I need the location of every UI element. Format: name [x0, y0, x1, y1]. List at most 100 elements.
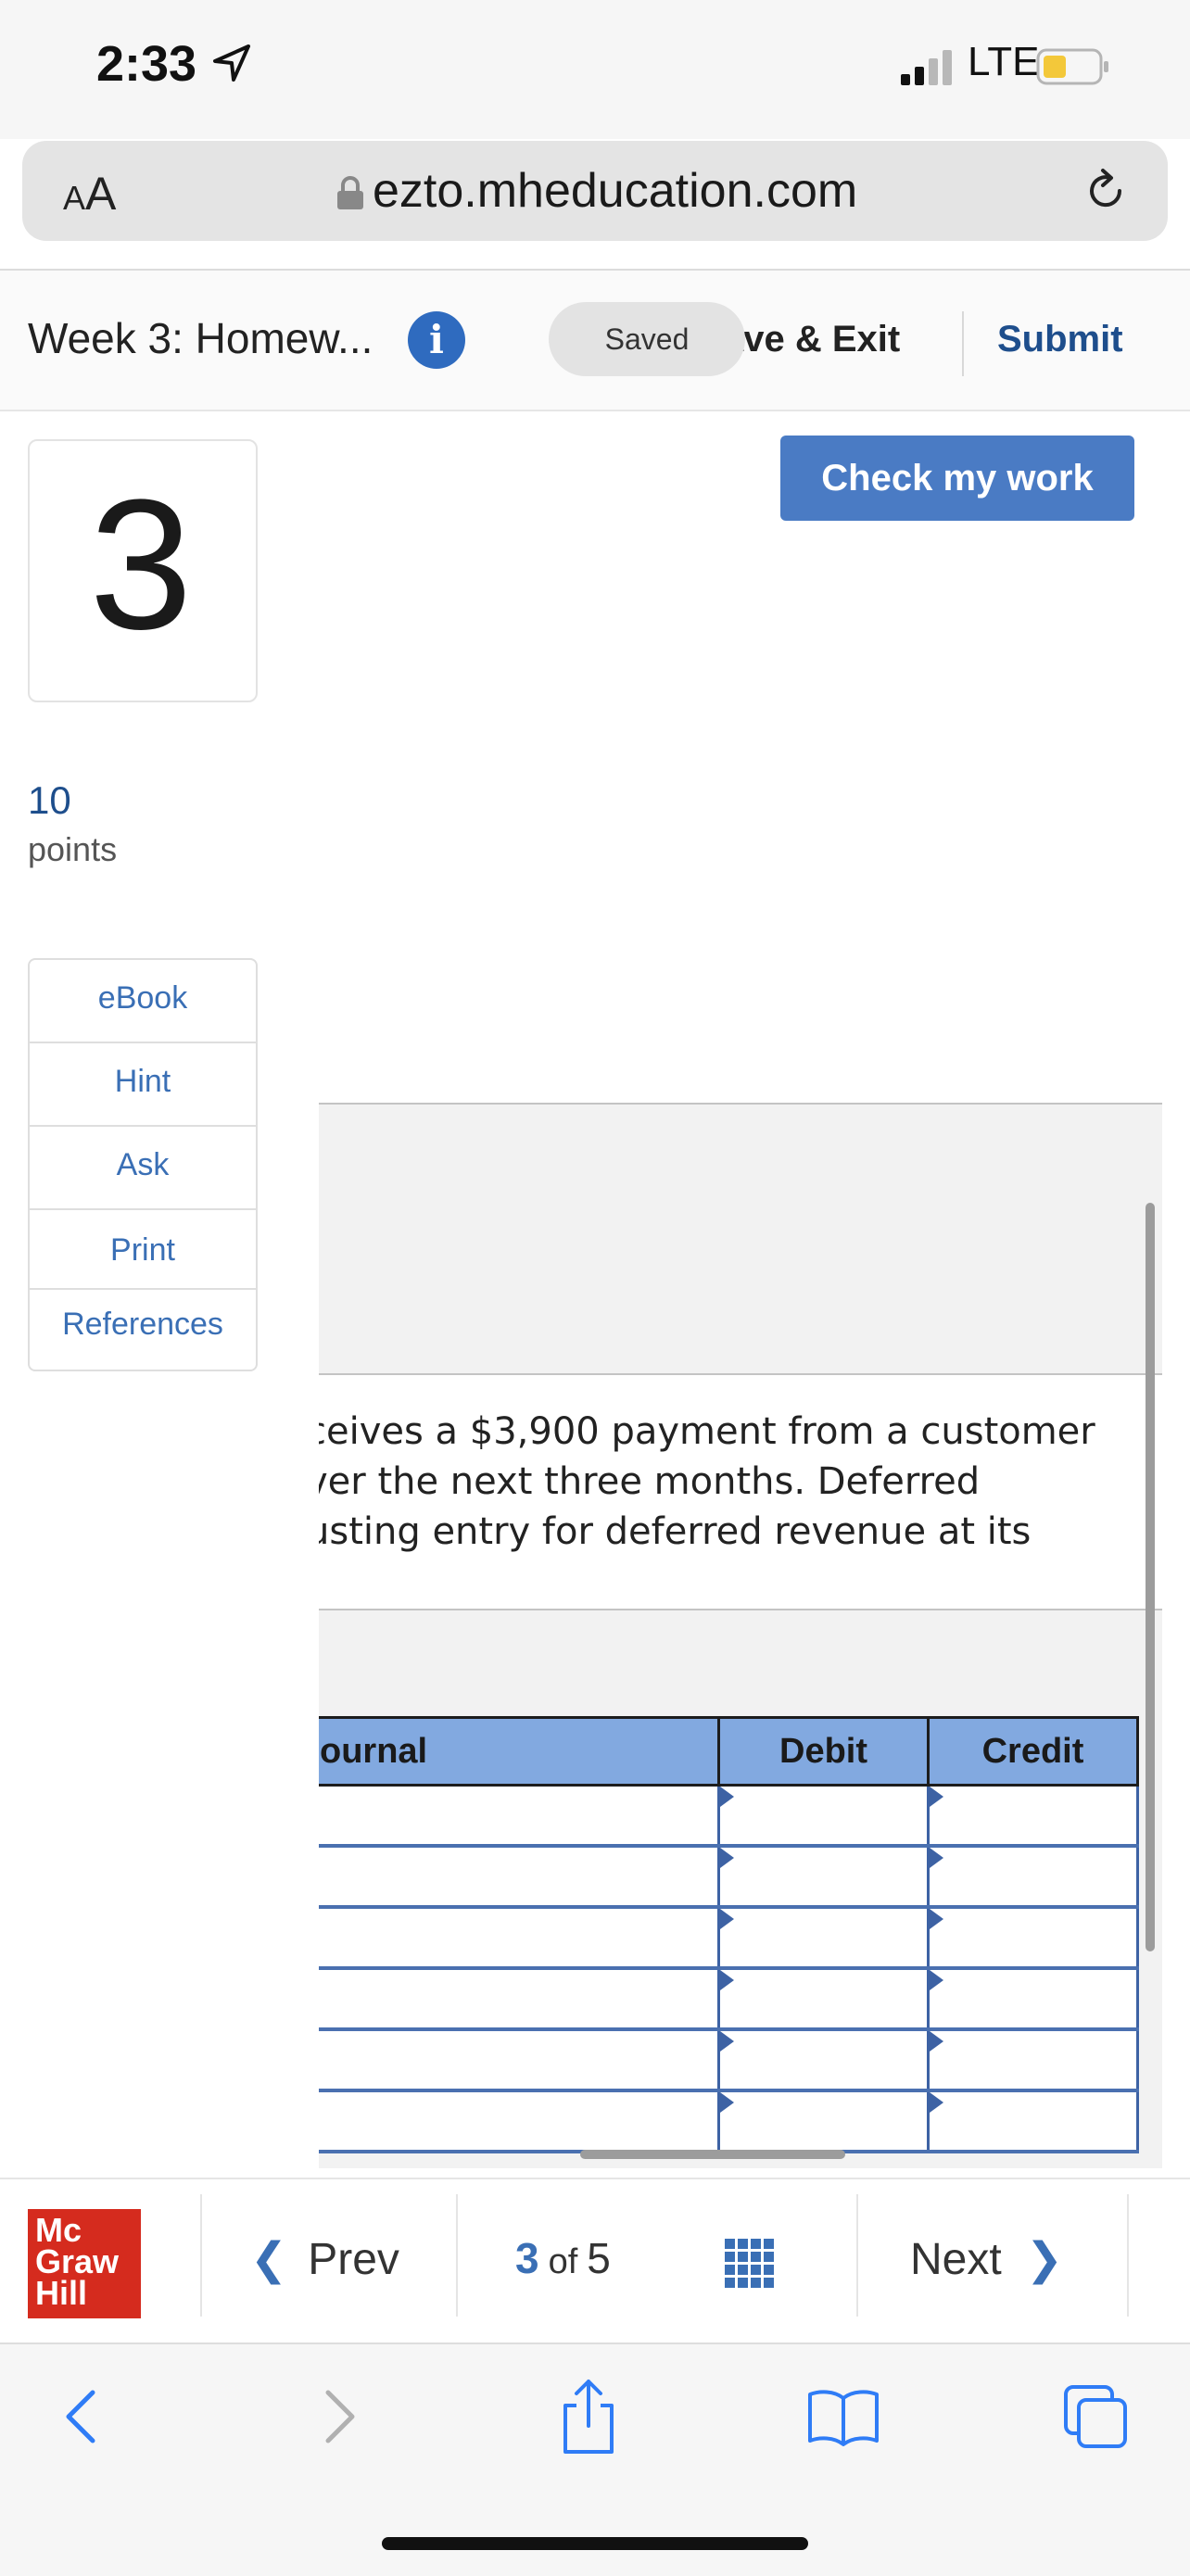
chevron-right-icon: ❯	[1025, 2235, 1063, 2284]
credit-input[interactable]	[930, 2091, 1140, 2151]
debit-input-cell[interactable]	[717, 2027, 930, 2092]
forward-icon[interactable]	[315, 2387, 361, 2446]
next-button[interactable]: Next ❯	[910, 2233, 1063, 2285]
logo-text: Mc	[35, 2211, 82, 2249]
account-input-cell[interactable]	[319, 1844, 721, 1909]
panel-header-area	[319, 1105, 1162, 1373]
debit-input[interactable]	[720, 1969, 930, 2028]
home-indicator	[382, 2537, 808, 2550]
account-input-cell[interactable]	[319, 2027, 721, 2092]
saved-badge: Saved	[549, 302, 745, 376]
question-number: 3	[89, 461, 193, 668]
dropdown-marker-icon	[930, 1787, 943, 1807]
dropdown-marker-icon	[720, 1848, 734, 1868]
debit-input-cell[interactable]	[717, 1784, 930, 1848]
divider	[200, 2194, 202, 2317]
account-input-cell[interactable]	[319, 1784, 721, 1848]
debit-input-cell[interactable]	[717, 1966, 930, 2031]
grid-icon[interactable]	[725, 2239, 775, 2289]
divider	[30, 1208, 256, 1210]
text-size-button[interactable]: AA	[63, 167, 116, 221]
credit-input-cell[interactable]	[927, 1784, 1140, 1848]
debit-input-cell[interactable]	[717, 1844, 930, 1909]
dropdown-marker-icon	[930, 1970, 943, 1990]
hint-link[interactable]: Hint	[30, 1064, 256, 1100]
points-label: points	[28, 830, 118, 868]
account-input-cell[interactable]	[319, 2089, 721, 2153]
journal-entry-table: ournal Debit Credit	[319, 1716, 1140, 2153]
info-icon[interactable]: i	[408, 311, 465, 369]
ebook-link[interactable]: eBook	[30, 980, 256, 1017]
divider	[30, 1042, 256, 1043]
dropdown-marker-icon	[720, 2092, 734, 2113]
tabs-icon[interactable]	[1062, 2383, 1129, 2450]
assignment-title[interactable]: Week 3: Homew...	[28, 313, 373, 363]
divider	[1127, 2194, 1129, 2317]
debit-input[interactable]	[720, 2030, 930, 2090]
account-input[interactable]	[319, 1908, 721, 1967]
table-header-row: ournal Debit Credit	[319, 1716, 1139, 1787]
dropdown-marker-icon	[720, 1787, 734, 1807]
debit-input-cell[interactable]	[717, 1905, 930, 1970]
credit-input[interactable]	[930, 2030, 1140, 2090]
ask-link[interactable]: Ask	[30, 1147, 256, 1183]
next-label: Next	[910, 2235, 1002, 2284]
account-input[interactable]	[319, 2030, 721, 2090]
divider	[30, 1125, 256, 1127]
credit-input[interactable]	[930, 1847, 1140, 1906]
reload-icon[interactable]	[1082, 167, 1129, 213]
account-input-cell[interactable]	[319, 1966, 721, 2031]
prev-label: Prev	[308, 2235, 399, 2284]
print-link[interactable]: Print	[30, 1232, 256, 1269]
credit-input-cell[interactable]	[927, 1844, 1140, 1909]
column-header-credit: Credit	[927, 1716, 1139, 1787]
check-my-work-button[interactable]: Check my work	[780, 436, 1134, 521]
table-row	[319, 1966, 1140, 2031]
column-header-debit: Debit	[717, 1716, 930, 1787]
points-value: 10	[28, 778, 71, 822]
dropdown-marker-icon	[720, 2031, 734, 2052]
network-label: LTE	[968, 39, 1040, 84]
prev-button[interactable]: ❮ Prev	[250, 2233, 399, 2285]
credit-input-cell[interactable]	[927, 1966, 1140, 2031]
submit-button[interactable]: Submit	[997, 319, 1123, 360]
account-input[interactable]	[319, 1969, 721, 2028]
table-row	[319, 1784, 1140, 1848]
save-exit-button[interactable]: ave & Exit	[723, 319, 900, 360]
credit-input[interactable]	[930, 1969, 1140, 2028]
vertical-scrollbar[interactable]	[1146, 1203, 1155, 1951]
divider	[319, 1373, 1162, 1375]
column-header-journal: ournal	[319, 1716, 720, 1787]
question-panel: ceives a $3,900 payment from a customer …	[319, 1103, 1162, 2168]
page-indicator[interactable]: 3 of 5	[515, 2233, 611, 2283]
debit-input[interactable]	[720, 2091, 930, 2151]
credit-input[interactable]	[930, 1786, 1140, 1845]
account-input[interactable]	[319, 1847, 721, 1906]
bookmarks-icon[interactable]	[806, 2387, 880, 2446]
credit-input-cell[interactable]	[927, 2089, 1140, 2153]
references-link[interactable]: References	[30, 1307, 256, 1343]
debit-input[interactable]	[720, 1786, 930, 1845]
question-text-line: ceives a $3,900 payment from a customer	[319, 1410, 1095, 1453]
debit-input[interactable]	[720, 1908, 930, 1967]
table-row	[319, 2027, 1140, 2092]
divider	[30, 1288, 256, 1290]
share-icon[interactable]	[556, 2378, 621, 2456]
divider	[856, 2194, 858, 2317]
dropdown-marker-icon	[930, 1848, 943, 1868]
credit-input-cell[interactable]	[927, 1905, 1140, 1970]
debit-input[interactable]	[720, 1847, 930, 1906]
account-input[interactable]	[319, 2091, 721, 2151]
credit-input-cell[interactable]	[927, 2027, 1140, 2092]
dropdown-marker-icon	[720, 1970, 734, 1990]
dropdown-marker-icon	[930, 1909, 943, 1929]
debit-input-cell[interactable]	[717, 2089, 930, 2153]
credit-input[interactable]	[930, 1908, 1140, 1967]
horizontal-scrollbar[interactable]	[580, 2150, 845, 2159]
account-input-cell[interactable]	[319, 1905, 721, 1970]
table-row	[319, 2089, 1140, 2153]
account-input[interactable]	[319, 1786, 721, 1845]
url-text[interactable]: ezto.mheducation.com	[373, 163, 857, 219]
back-icon[interactable]	[59, 2387, 106, 2446]
signal-icon	[901, 50, 952, 85]
